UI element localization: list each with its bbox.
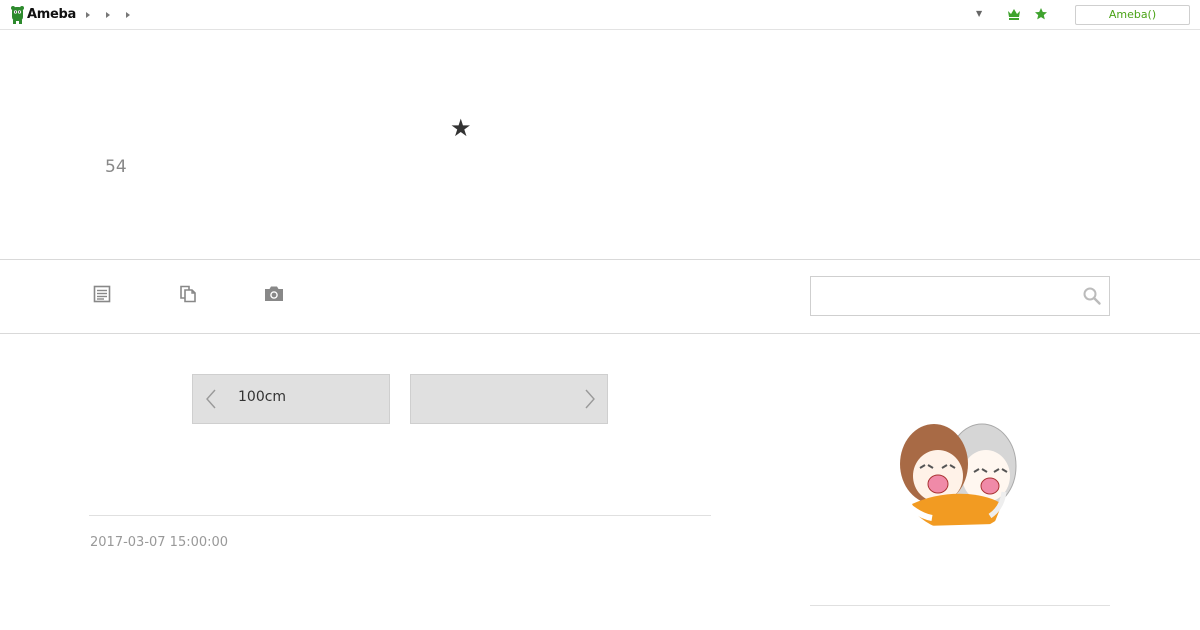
search-icon[interactable] bbox=[1082, 286, 1102, 306]
chevron-left-icon bbox=[206, 389, 216, 409]
ameba-mascot-icon bbox=[11, 6, 24, 24]
dropdown-arrow-icon[interactable]: ▼ bbox=[976, 9, 982, 18]
login-button[interactable]: Ameba() bbox=[1075, 5, 1190, 25]
ameba-logo[interactable]: Ameba bbox=[10, 5, 76, 24]
blog-description: 54 bbox=[105, 157, 127, 177]
crown-icon[interactable] bbox=[1007, 7, 1021, 21]
entry-divider bbox=[89, 515, 711, 516]
breadcrumb bbox=[84, 9, 144, 21]
profile-illustration bbox=[898, 408, 1022, 532]
next-entry-button[interactable] bbox=[410, 374, 608, 424]
avatar[interactable] bbox=[898, 408, 1022, 532]
breadcrumb-item-1[interactable] bbox=[84, 9, 104, 21]
previous-entry-label: 100cm bbox=[238, 389, 287, 405]
star-icon[interactable] bbox=[1034, 7, 1048, 21]
breadcrumb-item-2[interactable] bbox=[104, 9, 124, 21]
blog-title-star[interactable]: ★ bbox=[450, 114, 472, 142]
blog-header: ★ 54 bbox=[0, 30, 1200, 260]
chevron-right-icon bbox=[585, 389, 595, 409]
camera-icon[interactable] bbox=[264, 284, 284, 304]
entry-date: 2017-03-07 15:00:00 bbox=[90, 535, 229, 550]
blog-nav bbox=[0, 260, 1200, 334]
logo-text: Ameba bbox=[27, 7, 77, 22]
previous-entry-button[interactable]: 100cm bbox=[192, 374, 390, 424]
sidebar-divider bbox=[810, 605, 1110, 606]
search-input[interactable] bbox=[811, 277, 1071, 315]
breadcrumb-item-3[interactable] bbox=[124, 9, 144, 21]
search-box bbox=[810, 276, 1110, 316]
copy-icon[interactable] bbox=[178, 284, 198, 304]
document-icon[interactable] bbox=[92, 284, 112, 304]
global-header: Ameba ▼ Ameba() bbox=[0, 0, 1200, 30]
